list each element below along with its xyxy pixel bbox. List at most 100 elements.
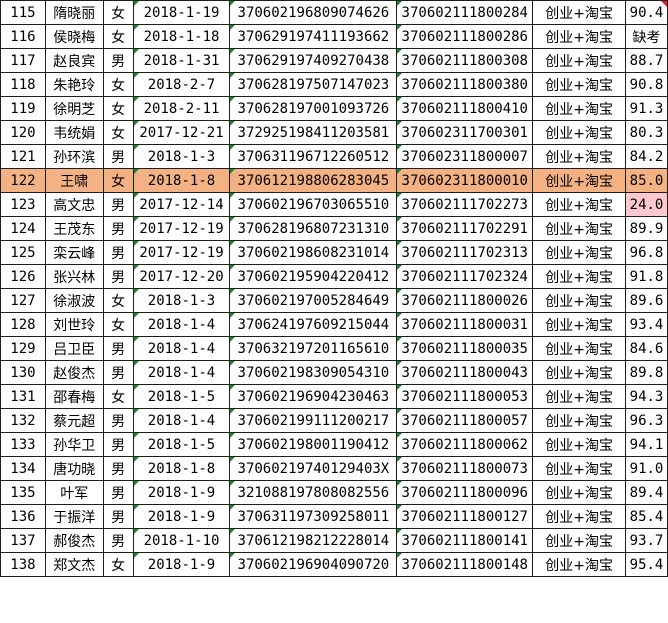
id-number-cell[interactable]: 370602196809074626 — [229, 0, 398, 25]
gender-cell[interactable]: 男 — [102, 456, 134, 481]
name-cell[interactable]: 徐淑波 — [44, 288, 104, 313]
table-row[interactable]: 115 隋晓丽女 2018-1-19 370602196809074626 370602… — [0, 0, 668, 25]
table-row[interactable]: 119 徐明芝女 2018-2-11 370628197001093726 370602… — [0, 96, 668, 121]
major-cell[interactable]: 创业+淘宝 — [532, 312, 627, 337]
student-code-cell[interactable]: 370602111702273 — [396, 192, 534, 217]
table-row[interactable]: 133 孙华卫男 2018-1-5 370602198001190412 3706021… — [0, 432, 668, 457]
major-cell[interactable]: 创业+淘宝 — [532, 24, 627, 49]
date-cell[interactable]: 2018-1-10 — [132, 528, 231, 553]
table-row[interactable]: 138 郑文杰女 2018-1-9 370602196904090720 3706021… — [0, 552, 668, 577]
major-cell[interactable]: 创业+淘宝 — [532, 264, 627, 289]
student-code-cell[interactable]: 370602111800286 — [396, 24, 534, 49]
table-row[interactable]: 117 赵良宾男 2018-1-31 370629197409270438 370602… — [0, 48, 668, 73]
student-code-cell[interactable]: 370602111800308 — [396, 48, 534, 73]
id-number-cell[interactable]: 370602197005284649 — [229, 288, 398, 313]
id-number-cell[interactable]: 370631197309258011 — [229, 504, 398, 529]
major-cell[interactable]: 创业+淘宝 — [532, 288, 627, 313]
student-code-cell[interactable]: 370602111800043 — [396, 360, 534, 385]
row-number-cell[interactable]: 127 — [0, 288, 46, 313]
table-row[interactable]: 127 徐淑波女 2018-1-3 370602197005284649 3706021… — [0, 288, 668, 313]
student-code-cell[interactable]: 370602111800053 — [396, 384, 534, 409]
table-row[interactable]: 132 蔡元超男 2018-1-4 370602199111200217 3706021… — [0, 408, 668, 433]
score-cell[interactable]: 96.3 — [625, 408, 668, 433]
table-row[interactable]: 134 唐功晓男 2018-1-8 37060219740129403X 3706021… — [0, 456, 668, 481]
gender-cell[interactable]: 男 — [102, 144, 134, 169]
name-cell[interactable]: 郝俊杰 — [44, 528, 104, 553]
score-cell[interactable]: 缺考 — [625, 24, 668, 49]
major-cell[interactable]: 创业+淘宝 — [532, 96, 627, 121]
name-cell[interactable]: 唐功晓 — [44, 456, 104, 481]
id-number-cell[interactable]: 370602199111200217 — [229, 408, 398, 433]
major-cell[interactable]: 创业+淘宝 — [532, 120, 627, 145]
date-cell[interactable]: 2017-12-14 — [132, 192, 231, 217]
row-number-cell[interactable]: 115 — [0, 0, 46, 25]
name-cell[interactable]: 吕卫臣 — [44, 336, 104, 361]
row-number-cell[interactable]: 125 — [0, 240, 46, 265]
gender-cell[interactable]: 男 — [102, 528, 134, 553]
gender-cell[interactable]: 女 — [102, 96, 134, 121]
gender-cell[interactable]: 女 — [102, 0, 134, 25]
student-code-cell[interactable]: 370602111800284 — [396, 0, 534, 25]
gender-cell[interactable]: 女 — [102, 168, 134, 193]
date-cell[interactable]: 2018-1-4 — [132, 408, 231, 433]
score-cell[interactable]: 80.3 — [625, 120, 668, 145]
name-cell[interactable]: 刘世玲 — [44, 312, 104, 337]
student-code-cell[interactable]: 370602311800007 — [396, 144, 534, 169]
id-number-cell[interactable]: 370602198309054310 — [229, 360, 398, 385]
row-number-cell[interactable]: 123 — [0, 192, 46, 217]
date-cell[interactable]: 2018-1-9 — [132, 552, 231, 577]
table-row[interactable]: 123 高文忠男 2017-12-14 370602196703065510 37060… — [0, 192, 668, 217]
gender-cell[interactable]: 男 — [102, 48, 134, 73]
gender-cell[interactable]: 男 — [102, 480, 134, 505]
major-cell[interactable]: 创业+淘宝 — [532, 144, 627, 169]
major-cell[interactable]: 创业+淘宝 — [532, 504, 627, 529]
gender-cell[interactable]: 男 — [102, 192, 134, 217]
row-number-cell[interactable]: 131 — [0, 384, 46, 409]
date-cell[interactable]: 2017-12-21 — [132, 120, 231, 145]
table-row[interactable]: 116 侯晓梅女 2018-1-18 370629197411193662 370602… — [0, 24, 668, 49]
row-number-cell[interactable]: 134 — [0, 456, 46, 481]
major-cell[interactable]: 创业+淘宝 — [532, 0, 627, 25]
id-number-cell[interactable]: 370628197001093726 — [229, 96, 398, 121]
row-number-cell[interactable]: 137 — [0, 528, 46, 553]
table-row[interactable]: 122 王啸女 2018-1-8 370612198806283045 37060231… — [0, 168, 668, 193]
student-code-cell[interactable]: 370602111800073 — [396, 456, 534, 481]
gender-cell[interactable]: 女 — [102, 552, 134, 577]
major-cell[interactable]: 创业+淘宝 — [532, 384, 627, 409]
score-cell[interactable]: 85.4 — [625, 504, 668, 529]
row-number-cell[interactable]: 118 — [0, 72, 46, 97]
name-cell[interactable]: 侯晓梅 — [44, 24, 104, 49]
date-cell[interactable]: 2017-12-19 — [132, 216, 231, 241]
name-cell[interactable]: 孙环滨 — [44, 144, 104, 169]
id-number-cell[interactable]: 370602195904220412 — [229, 264, 398, 289]
major-cell[interactable]: 创业+淘宝 — [532, 480, 627, 505]
name-cell[interactable]: 邵春梅 — [44, 384, 104, 409]
id-number-cell[interactable]: 370629197409270438 — [229, 48, 398, 73]
row-number-cell[interactable]: 124 — [0, 216, 46, 241]
gender-cell[interactable]: 女 — [102, 384, 134, 409]
gender-cell[interactable]: 男 — [102, 264, 134, 289]
score-cell[interactable]: 91.3 — [625, 96, 668, 121]
major-cell[interactable]: 创业+淘宝 — [532, 456, 627, 481]
date-cell[interactable]: 2018-1-8 — [132, 168, 231, 193]
name-cell[interactable]: 赵俊杰 — [44, 360, 104, 385]
row-number-cell[interactable]: 135 — [0, 480, 46, 505]
name-cell[interactable]: 王茂东 — [44, 216, 104, 241]
gender-cell[interactable]: 女 — [102, 288, 134, 313]
score-cell[interactable]: 89.9 — [625, 216, 668, 241]
id-number-cell[interactable]: 370628196807231310 — [229, 216, 398, 241]
major-cell[interactable]: 创业+淘宝 — [532, 336, 627, 361]
name-cell[interactable]: 郑文杰 — [44, 552, 104, 577]
table-row[interactable]: 124 王茂东男 2017-12-19 370628196807231310 37060… — [0, 216, 668, 241]
id-number-cell[interactable]: 370631196712260512 — [229, 144, 398, 169]
date-cell[interactable]: 2018-1-4 — [132, 312, 231, 337]
score-cell[interactable]: 84.2 — [625, 144, 668, 169]
row-number-cell[interactable]: 128 — [0, 312, 46, 337]
name-cell[interactable]: 蔡元超 — [44, 408, 104, 433]
student-code-cell[interactable]: 370602111800141 — [396, 528, 534, 553]
date-cell[interactable]: 2018-1-5 — [132, 384, 231, 409]
row-number-cell[interactable]: 120 — [0, 120, 46, 145]
major-cell[interactable]: 创业+淘宝 — [532, 552, 627, 577]
student-code-cell[interactable]: 370602111702291 — [396, 216, 534, 241]
student-code-cell[interactable]: 370602111702313 — [396, 240, 534, 265]
